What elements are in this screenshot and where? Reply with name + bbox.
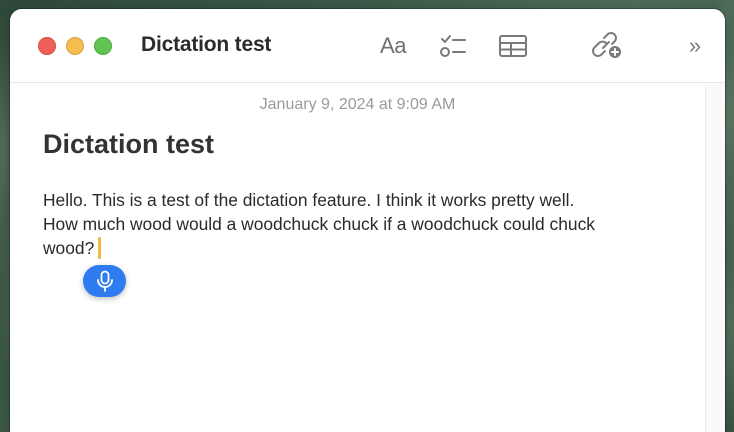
text-caret [98, 237, 102, 259]
checklist-icon[interactable] [436, 31, 470, 61]
body-line-last: wood? [43, 236, 693, 260]
title-bar: Dictation test Aa » [10, 9, 725, 83]
notes-window: Dictation test Aa » January 9, 2024 at 9… [10, 9, 725, 432]
body-line-text: wood? [43, 238, 95, 258]
dictation-mic-button[interactable] [83, 265, 126, 297]
minimize-button[interactable] [66, 37, 84, 55]
scrollbar-track[interactable] [705, 83, 725, 432]
note-date: January 9, 2024 at 9:09 AM [259, 96, 456, 113]
maximize-button[interactable] [94, 37, 112, 55]
close-button[interactable] [38, 37, 56, 55]
note-body[interactable]: Hello. This is a test of the dictation f… [43, 188, 693, 260]
body-line: Hello. This is a test of the dictation f… [43, 190, 575, 210]
body-line: How much wood would a woodchuck chuck if… [43, 214, 595, 234]
microphone-icon [96, 270, 113, 292]
collaborate-icon[interactable] [590, 31, 624, 61]
table-icon[interactable] [496, 31, 530, 61]
note-heading[interactable]: Dictation test [43, 129, 214, 160]
window-title: Dictation test [141, 33, 272, 56]
format-icon[interactable]: Aa [376, 31, 410, 61]
more-chevron-icon[interactable]: » [680, 31, 710, 61]
note-editor[interactable]: January 9, 2024 at 9:09 AM Dictation tes… [10, 83, 705, 432]
